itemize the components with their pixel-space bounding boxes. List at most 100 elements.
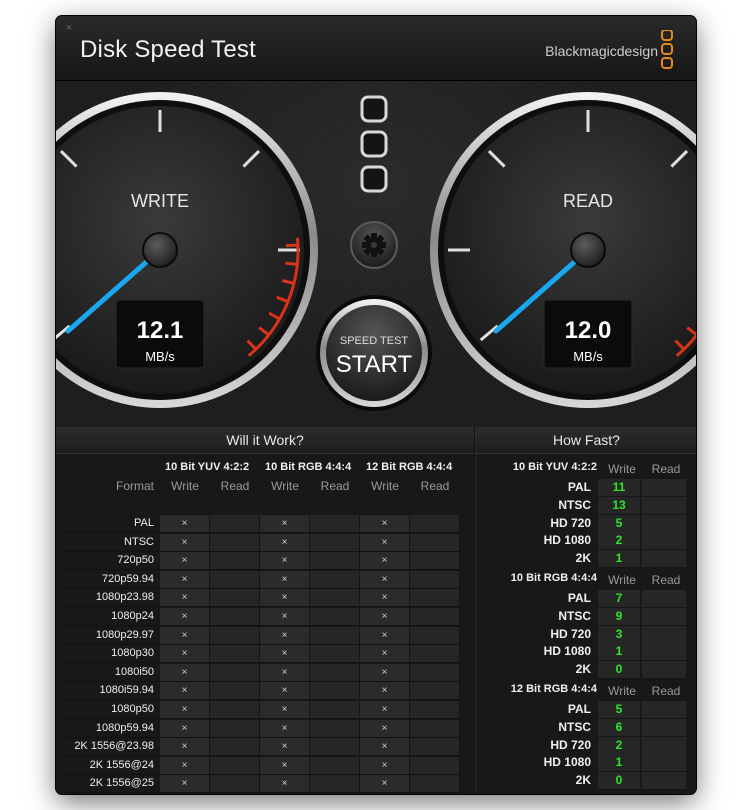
table-row: 720p50 × × × [63, 552, 460, 571]
will-group-rgb444-10bit: 10 Bit RGB 4:4:4 [265, 461, 352, 473]
gear-icon [362, 233, 386, 257]
list-item: HD 1080 1 [476, 754, 696, 773]
write-gauge: WRITE 12.1 MB/s [56, 92, 318, 408]
read-result-cell [310, 533, 360, 551]
write-fps-value: 0 [598, 772, 640, 791]
read-result-cell [310, 738, 360, 756]
read-result-cell [410, 626, 460, 644]
format-label: HD 1080 [543, 755, 591, 770]
write-gauge-label: WRITE [131, 191, 189, 211]
format-label: NTSC [558, 608, 591, 623]
will-group-yuv422: 10 Bit YUV 4:2:2 [165, 461, 250, 473]
write-column-header: Write [271, 479, 299, 493]
read-column-header: Read [651, 684, 681, 698]
start-button[interactable]: SPEED TEST START [316, 295, 432, 411]
format-label: PAL [567, 702, 591, 716]
table-row: 1080p23.98 × × × [63, 589, 460, 608]
read-result-cell [410, 645, 460, 663]
list-item: HD 1080 1 [476, 643, 696, 662]
read-result-cell [410, 775, 460, 793]
format-label: 720p59.94 [102, 572, 154, 585]
table-row: NTSC × × × [63, 533, 460, 552]
write-result-cell: × [160, 645, 210, 663]
read-result-cell [310, 608, 360, 625]
read-result-cell [410, 608, 460, 625]
write-column-header: Write [608, 684, 636, 698]
read-speed-unit: MB/s [573, 349, 603, 364]
list-item: NTSC 9 [476, 607, 696, 626]
format-label: 1080p50 [111, 703, 154, 715]
list-item: HD 720 5 [476, 514, 696, 533]
format-label: 1080p29.97 [95, 628, 154, 641]
format-label: 720p50 [117, 554, 154, 567]
write-fps-value: 3 [598, 625, 640, 644]
table-row: 1080p24 × × × [63, 608, 460, 626]
format-label: 2K 1556@24 [89, 758, 154, 771]
format-column-header: Format [115, 479, 154, 493]
write-result-cell: × [360, 775, 410, 793]
group-name: 12 Bit RGB 4:4:4 [510, 683, 597, 695]
write-fps-value: 9 [598, 607, 640, 626]
format-label: NTSC [124, 535, 154, 548]
read-fps-value [642, 772, 686, 791]
format-label: 2K 1556@25 [89, 777, 154, 790]
write-result-cell: × [360, 552, 410, 570]
table-row: 2K 1556@24 × × × [63, 756, 460, 775]
read-result-cell [310, 626, 360, 644]
will-it-work-panel: Will it Work? 10 Bit YUV 4:2:2 10 Bit RG… [56, 427, 474, 794]
write-result-cell: × [360, 701, 410, 718]
table-row: 1080p50 × × × [63, 701, 460, 719]
write-result-cell: × [360, 570, 410, 588]
redline-tick [285, 261, 298, 266]
format-label: HD 720 [550, 737, 591, 752]
write-result-cell: × [160, 626, 210, 644]
write-result-cell: × [360, 682, 410, 700]
read-result-cell [210, 515, 260, 532]
format-label: 1080p59.94 [95, 721, 154, 734]
write-fps-value: 2 [598, 736, 640, 755]
read-column-header: Read [420, 479, 450, 493]
write-column-header: Write [608, 462, 636, 476]
write-result-cell: × [260, 756, 310, 774]
write-result-cell: × [260, 608, 310, 625]
read-gauge-label: READ [563, 191, 613, 211]
write-result-cell: × [260, 663, 310, 681]
read-result-cell [410, 570, 460, 588]
format-label: 1080i59.94 [99, 684, 154, 697]
list-item: 2K 0 [476, 772, 696, 791]
write-result-cell: × [160, 756, 210, 774]
write-speed-value: 12.1 [137, 317, 184, 344]
format-label: 2K [575, 551, 591, 566]
format-label: 2K [575, 773, 591, 788]
write-result-cell: × [360, 719, 410, 737]
format-label: PAL [567, 591, 591, 605]
read-fps-value [642, 550, 686, 569]
gauge-area: WRITE 12.1 MB/s READ 12.0 MB/s SPEED TES… [56, 81, 696, 427]
write-result-cell: × [260, 533, 310, 551]
write-column-header: Write [608, 573, 636, 587]
read-result-cell [310, 701, 360, 718]
start-button-label: START [336, 351, 413, 378]
write-fps-value: 7 [598, 590, 640, 608]
write-speed-unit: MB/s [145, 349, 175, 364]
read-result-cell [210, 608, 260, 625]
write-result-cell: × [160, 775, 210, 793]
write-column-header: Write [171, 479, 199, 493]
write-result-cell: × [260, 682, 310, 700]
read-result-cell [210, 552, 260, 570]
read-result-cell [210, 663, 260, 681]
table-row: 1080p30 × × × [63, 645, 460, 664]
write-result-cell: × [360, 626, 410, 644]
table-row: 1080i50 × × × [63, 663, 460, 682]
table-row: 1080i59.94 × × × [63, 682, 460, 701]
settings-button[interactable] [350, 221, 398, 269]
format-label: 2K 1556@23.98 [74, 740, 154, 753]
how-fast-group-header: 10 Bit RGB 4:4:4 Write Read [476, 570, 696, 588]
read-result-cell [410, 515, 460, 532]
write-result-cell: × [260, 738, 310, 756]
write-result-cell: × [160, 570, 210, 588]
group-name: 10 Bit YUV 4:2:2 [512, 461, 597, 473]
read-result-cell [210, 645, 260, 663]
table-row: 2K 1556@25 × × × [63, 775, 460, 794]
read-result-cell [210, 533, 260, 551]
